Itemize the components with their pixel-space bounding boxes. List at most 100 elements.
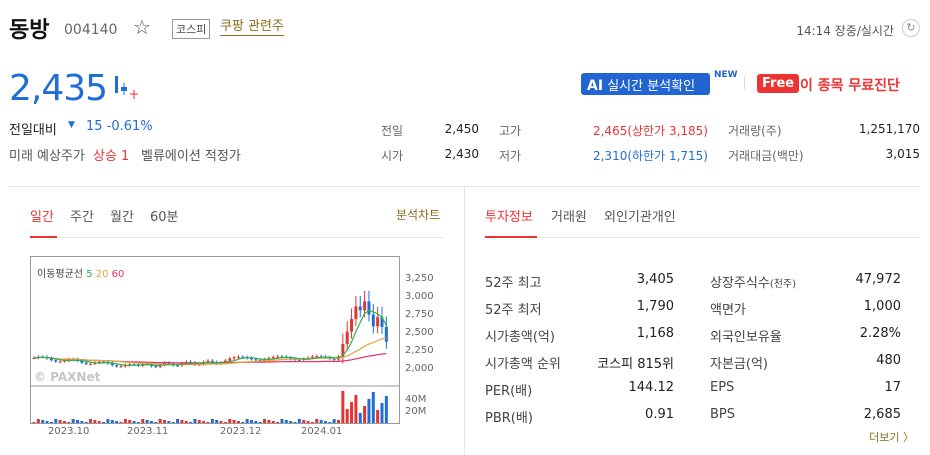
tab-monthly[interactable]: 월간: [110, 206, 134, 225]
volume-bar: [32, 422, 36, 423]
future-price-label: 미래 예상주가: [9, 149, 85, 164]
theme-link[interactable]: 쿠팡 관련주: [220, 19, 284, 36]
candle-body: [236, 356, 240, 358]
y-tick: 3,000: [405, 291, 434, 302]
volume-bar: [250, 420, 253, 423]
star-icon[interactable]: ☆: [133, 17, 151, 37]
future-price-value[interactable]: 상승 1: [93, 145, 129, 164]
tab-brokers[interactable]: 거래원: [551, 206, 587, 225]
volume-bar: [345, 409, 349, 423]
tab-60min[interactable]: 60분: [150, 206, 179, 225]
volume-bar: [206, 422, 210, 423]
volume-bar: [132, 421, 136, 423]
x-tick: 2023.12: [220, 426, 262, 437]
volume-bar: [358, 413, 362, 423]
amount-label: 거래대금(백만): [728, 149, 804, 163]
candle-body: [176, 365, 180, 367]
info-label: 액면가: [710, 303, 746, 318]
stock-code: 004140: [64, 22, 118, 38]
volume-bar: [158, 419, 162, 423]
volume-bar: [141, 419, 145, 423]
info-value: 1,790: [636, 299, 674, 314]
volume-bar: [202, 421, 206, 423]
volume-bar: [280, 419, 284, 423]
volume-tick: 40M: [405, 394, 427, 405]
info-label-unit: (천주): [769, 279, 797, 290]
y-tick: 2,000: [405, 363, 434, 374]
analysis-chart-link[interactable]: 분석차트: [396, 206, 440, 223]
candle-body: [84, 362, 88, 364]
high-value: 2,465(상한가 3,185): [592, 124, 708, 138]
current-price: 2,435: [9, 68, 108, 109]
ma-legend: 이동평균선 5 20 60: [37, 265, 124, 280]
info-value: 1,168: [636, 326, 674, 341]
tab-foreign-institution[interactable]: 외인기관개인: [604, 206, 676, 225]
info-value: 2,685: [863, 407, 901, 422]
info-value: 47,972: [855, 272, 902, 287]
candle-body: [358, 306, 362, 311]
candle-body: [89, 363, 93, 365]
volume-bar: [136, 422, 140, 423]
tab-investment-info[interactable]: 투자정보: [485, 206, 533, 225]
info-value: 1,000: [863, 299, 901, 314]
divider: [464, 187, 465, 455]
volume-bar: [306, 421, 310, 423]
volume-bar: [115, 421, 119, 423]
volume-bar: [223, 422, 227, 423]
ma5-label: 5: [86, 269, 93, 280]
info-label: BPS: [710, 407, 736, 422]
more-link[interactable]: 더보기 〉: [869, 429, 914, 445]
y-tick: 2,250: [405, 345, 434, 356]
volume-bar: [36, 419, 40, 423]
down-arrow-icon: ▼: [68, 120, 75, 130]
candle-body: [232, 357, 236, 359]
volume-bar: [89, 419, 93, 423]
volume-bar: [384, 396, 388, 423]
candle-body: [384, 326, 388, 342]
volume-bar: [193, 419, 197, 423]
volume-bar: [254, 421, 258, 423]
candle-body: [154, 366, 158, 368]
volume-bar: [45, 421, 49, 423]
candle-body: [350, 318, 354, 332]
volume-bar: [180, 420, 184, 423]
info-value: 144.12: [628, 380, 675, 395]
ai-analysis-button[interactable]: AI 실시간 분석확인: [581, 73, 710, 95]
new-badge: NEW: [714, 70, 738, 80]
valuation-label[interactable]: 벨류에이션 적정가: [141, 145, 241, 164]
candle-body: [354, 306, 358, 319]
mini-candle-icon: [115, 76, 138, 99]
volume-bar: [41, 420, 45, 423]
free-diagnosis-link[interactable]: 이 종목 무료진단: [800, 75, 900, 95]
tab-daily[interactable]: 일간: [30, 206, 54, 225]
info-value: 3,405: [636, 272, 674, 287]
price-chart[interactable]: [30, 256, 405, 426]
volume-bar: [189, 422, 193, 423]
volume-bar: [276, 422, 280, 423]
candle-body: [119, 366, 123, 368]
candle-body: [115, 365, 119, 367]
candle-body: [367, 301, 371, 315]
info-label: 시가총액 순위: [485, 357, 561, 372]
info-value: 2.28%: [859, 326, 901, 341]
volume-bar: [80, 421, 84, 423]
y-tick: 2,500: [405, 327, 434, 338]
info-label: EPS: [710, 380, 735, 395]
volume-bar: [219, 421, 223, 423]
divider: [744, 76, 745, 90]
info-label: PER(배): [485, 384, 533, 399]
volume-label: 거래량(주): [728, 124, 782, 138]
change-label: 전일대비: [9, 123, 57, 138]
volume-bar: [310, 422, 314, 423]
refresh-icon[interactable]: ↻: [902, 19, 920, 37]
tab-weekly[interactable]: 주간: [70, 206, 94, 225]
volume-bar: [371, 392, 375, 423]
free-badge[interactable]: Free: [757, 74, 800, 93]
change-value: 15 -0.61%: [86, 119, 153, 134]
tab-indicator: [485, 236, 537, 238]
tab-indicator: [30, 236, 57, 238]
prev-close-value: 2,450: [444, 122, 479, 136]
volume-bar: [176, 419, 180, 423]
candle-body: [254, 359, 258, 361]
candle-body: [345, 331, 349, 345]
